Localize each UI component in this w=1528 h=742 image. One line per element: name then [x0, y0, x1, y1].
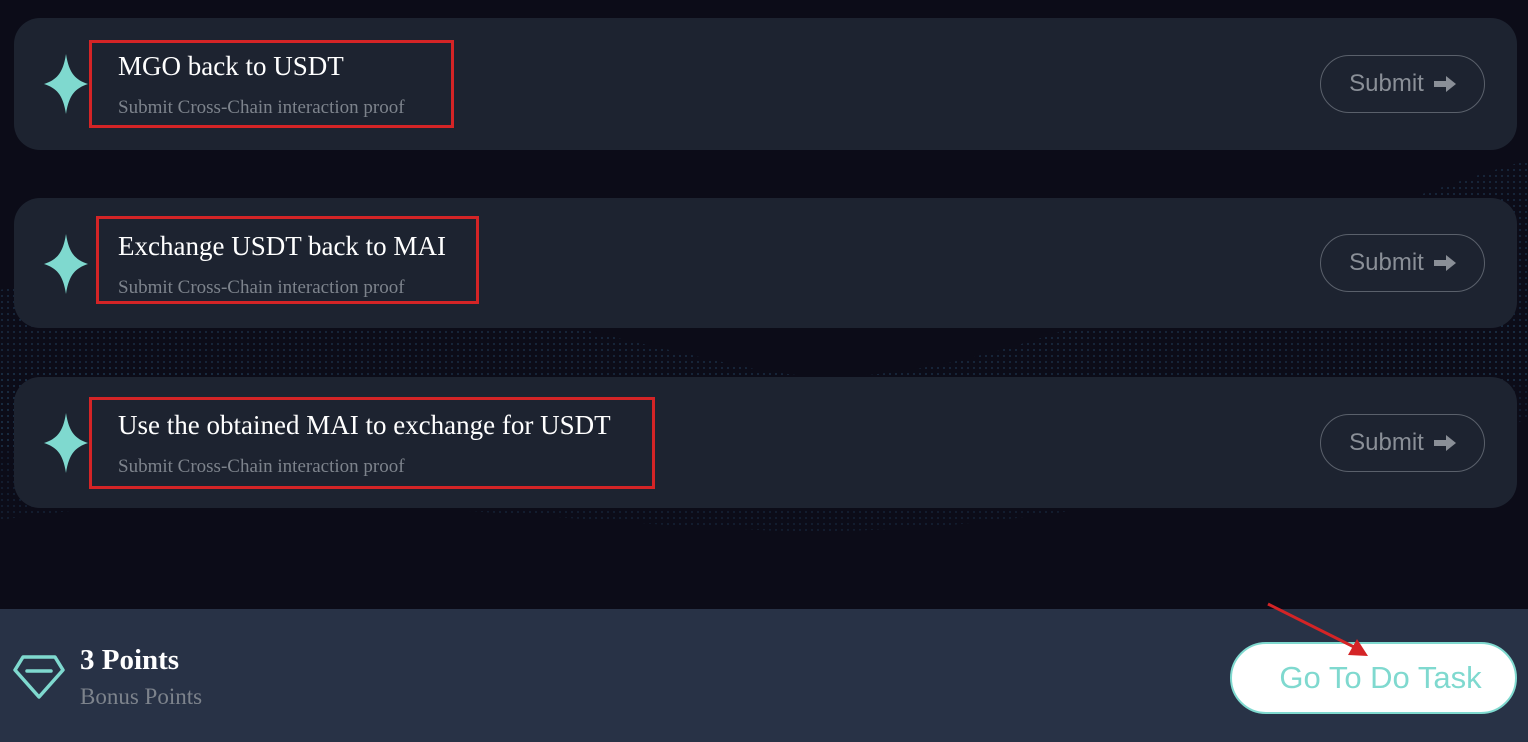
points-label: Bonus Points — [80, 684, 203, 709]
arrow-right-icon — [1433, 255, 1456, 271]
arrow-right-icon — [1433, 435, 1456, 451]
task-title: Exchange USDT back to MAI — [118, 231, 446, 261]
task-subtitle: Submit Cross-Chain interaction proof — [118, 456, 405, 477]
task-subtitle: Submit Cross-Chain interaction proof — [118, 97, 405, 118]
submit-button[interactable]: Submit — [1320, 414, 1485, 472]
task-card: MGO back to USDT Submit Cross-Chain inte… — [14, 18, 1517, 150]
submit-button[interactable]: Submit — [1320, 234, 1485, 292]
four-point-star-icon — [44, 413, 88, 473]
task-title: MGO back to USDT — [118, 51, 344, 81]
go-to-do-task-button[interactable]: Go To Do Task — [1230, 642, 1517, 714]
submit-label: Submit — [1349, 70, 1424, 97]
diamond-gem-icon — [13, 654, 65, 700]
submit-label: Submit — [1349, 249, 1424, 276]
arrow-right-icon — [1433, 76, 1456, 92]
four-point-star-icon — [44, 234, 88, 294]
task-card: Exchange USDT back to MAI Submit Cross-C… — [14, 198, 1517, 328]
task-card: Use the obtained MAI to exchange for USD… — [14, 377, 1517, 508]
task-title: Use the obtained MAI to exchange for USD… — [118, 410, 611, 440]
submit-label: Submit — [1349, 429, 1424, 456]
four-point-star-icon — [44, 54, 88, 114]
points-value: 3 Points — [80, 644, 180, 676]
task-subtitle: Submit Cross-Chain interaction proof — [118, 277, 405, 298]
submit-button[interactable]: Submit — [1320, 55, 1485, 113]
